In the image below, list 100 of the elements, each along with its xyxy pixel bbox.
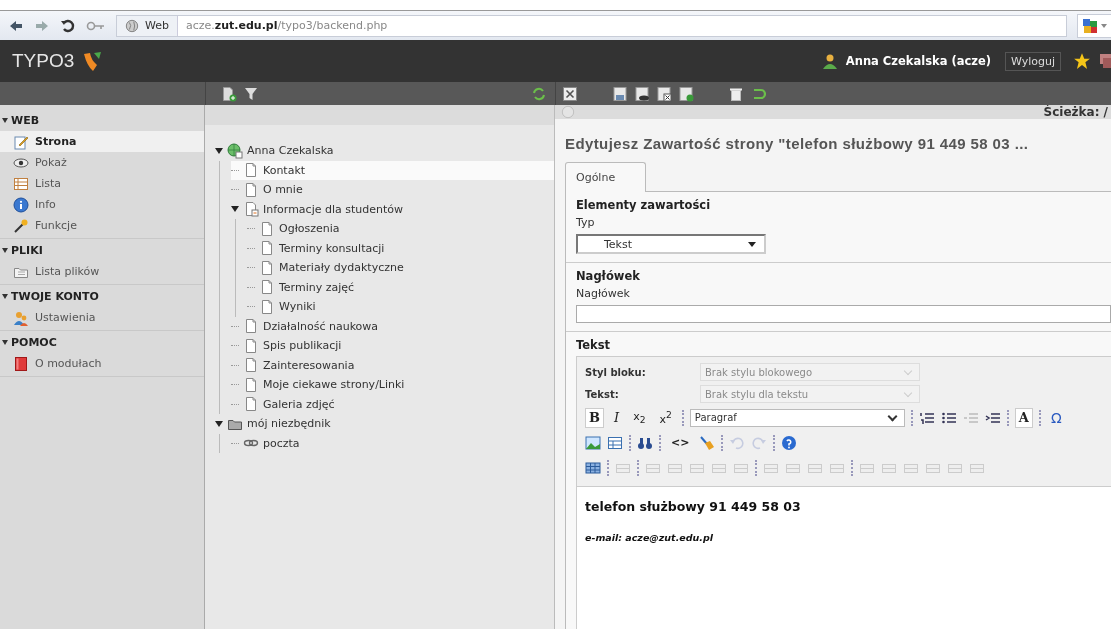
pencil-icon <box>13 133 29 150</box>
close-icon[interactable] <box>562 85 578 102</box>
module-group-header[interactable]: WEB <box>0 109 204 131</box>
tree-item[interactable]: Terminy konsultacji <box>247 238 554 258</box>
module-item[interactable]: Lista <box>0 173 204 194</box>
tree-item[interactable]: Anna Czekalska <box>215 141 554 161</box>
filter-icon[interactable] <box>243 85 259 102</box>
tree-item[interactable]: Informacje dla studentów <box>231 199 554 219</box>
info-icon <box>13 196 29 213</box>
format-button[interactable]: x$^{2}$ <box>655 407 676 428</box>
section-title: Nagłówek <box>576 269 641 283</box>
stacked-windows-icon[interactable] <box>1099 53 1111 69</box>
editor-area[interactable]: telefon służbowy 91 449 58 03 e-mail: acze@zut.edu.pl <box>577 486 1111 629</box>
user-name: Anna Czekalska (acze) <box>845 54 991 68</box>
table-icon[interactable] <box>585 459 601 476</box>
module-item[interactable]: Strona <box>0 131 204 152</box>
module-item[interactable]: Funkcje <box>0 215 204 236</box>
page-icon <box>243 318 259 335</box>
expand-toggle-icon[interactable] <box>2 293 8 299</box>
group-title: WEB <box>11 113 40 127</box>
save-close-icon[interactable] <box>656 85 672 102</box>
section-title: Tekst <box>576 338 612 352</box>
page-icon <box>243 181 259 198</box>
globe-icon <box>125 18 139 33</box>
expand-toggle-icon[interactable] <box>2 247 8 253</box>
group-title: PLIKI <box>11 243 43 257</box>
page-icon <box>243 376 259 393</box>
block-format-select[interactable]: Paragraf <box>689 408 905 427</box>
style-label: Tekst: <box>585 388 620 400</box>
new-page-icon[interactable] <box>221 85 237 102</box>
editor-text: telefon służbowy 91 449 58 03 <box>585 499 802 514</box>
save-view-icon[interactable] <box>634 85 650 102</box>
star-icon[interactable] <box>1073 52 1091 70</box>
table-icon[interactable] <box>607 434 623 451</box>
tree-item[interactable]: Galeria zdjęć <box>231 394 554 414</box>
tree-item[interactable]: mój niezbędnik <box>215 414 554 434</box>
module-item[interactable]: Ustawienia <box>0 307 204 328</box>
globe-page-icon <box>227 142 243 159</box>
source-code-button[interactable]: <> <box>667 432 694 453</box>
path-label: Ścieżka: / <box>1043 105 1108 119</box>
logo[interactable]: TYPO3 <box>12 50 75 72</box>
editor-text: e-mail: acze@zut.edu.pl <box>585 532 714 543</box>
tree-item[interactable]: Zainteresowania <box>231 355 554 375</box>
field-label: Nagłówek <box>576 287 631 300</box>
url-text: acze.zut.edu.pl/typo3/backend.php <box>185 19 388 32</box>
special-character-button[interactable]: Ω <box>1046 407 1066 428</box>
tree-item[interactable]: O mnie <box>231 180 554 200</box>
reload-icon[interactable] <box>60 17 76 34</box>
broom-icon[interactable] <box>699 434 716 451</box>
expand-toggle-icon[interactable] <box>231 206 239 213</box>
type-select[interactable]: Tekst <box>576 234 766 254</box>
input-field[interactable] <box>576 305 1111 323</box>
table-icon <box>13 175 29 192</box>
page-icon <box>259 298 275 315</box>
tree-item[interactable]: Działalność naukowa <box>231 316 554 336</box>
text-color-button[interactable]: A <box>1014 407 1033 428</box>
module-item[interactable]: O modułach <box>0 353 204 374</box>
logout-button[interactable]: Wyloguj <box>1005 51 1061 71</box>
save-new-icon[interactable] <box>678 85 694 102</box>
help-icon[interactable] <box>781 434 798 451</box>
module-group-header[interactable]: POMOC <box>0 331 204 353</box>
section-title: Elementy zawartości <box>576 198 712 212</box>
module-group-header[interactable]: TWOJE KONTO <box>0 285 204 307</box>
site-badge[interactable]: Web <box>117 15 178 36</box>
field-label: Typ <box>576 216 596 229</box>
refresh-icon[interactable] <box>531 85 547 102</box>
tree-item[interactable]: Materiały dydaktyczne <box>247 258 554 278</box>
module-item[interactable]: Lista plików <box>0 261 204 282</box>
tree-item[interactable]: Ogłoszenia <box>247 219 554 239</box>
wand-icon <box>13 217 29 234</box>
page-icon <box>243 337 259 354</box>
format-button[interactable]: x$_{2}$ <box>629 407 650 428</box>
page-icon <box>243 162 259 179</box>
colored-squares-icon <box>1082 17 1098 34</box>
tree-item[interactable]: Wyniki <box>247 297 554 317</box>
expand-toggle-icon[interactable] <box>2 117 8 123</box>
shield-logo-icon <box>82 50 103 72</box>
tree-item[interactable]: poczta <box>231 433 554 453</box>
save-icon[interactable] <box>612 85 628 102</box>
page-icon <box>259 259 275 276</box>
module-item[interactable]: Pokaż <box>0 152 204 173</box>
dropdown-arrow-icon <box>748 241 756 247</box>
address-bar[interactable]: Web acze.zut.edu.pl/typo3/backend.php <box>116 14 1067 37</box>
page-stack-icon <box>243 201 259 218</box>
format-button[interactable]: I <box>610 407 624 428</box>
tree-item[interactable]: Moje ciekawe strony/Linki <box>231 375 554 395</box>
module-item[interactable]: Info <box>0 194 204 215</box>
search-engine-button[interactable] <box>1077 13 1111 38</box>
format-button[interactable]: B <box>585 407 604 428</box>
page-title: Edytujesz Zawartość strony "telefon służbowy 91 449 58 03 ... <box>565 135 1030 152</box>
tree-item[interactable]: Kontakt <box>231 160 554 180</box>
tree-item[interactable]: Terminy zajęć <box>247 277 554 297</box>
expand-toggle-icon[interactable] <box>2 339 8 345</box>
users-icon <box>13 309 29 326</box>
style-label: Styl bloku: <box>585 366 647 378</box>
image-icon[interactable] <box>585 434 601 451</box>
module-group-header[interactable]: PLIKI <box>0 239 204 261</box>
tree-item[interactable]: Spis publikacji <box>231 336 554 356</box>
group-title: TWOJE KONTO <box>11 289 99 303</box>
tab[interactable]: Ogólne <box>565 162 647 192</box>
